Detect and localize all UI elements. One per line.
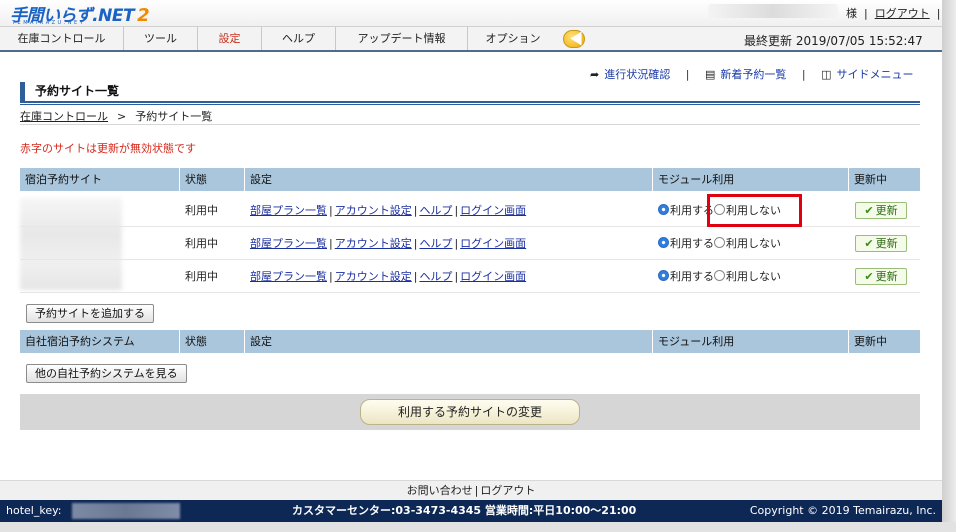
- hotel-key-label: hotel_key:: [6, 504, 62, 517]
- update-button[interactable]: ✔ 更新: [855, 268, 907, 285]
- header-module-use: モジュール利用: [653, 168, 849, 191]
- reservation-sites-table-header: 宿泊予約サイト 状態 設定 モジュール利用 更新中: [20, 168, 920, 191]
- breadcrumb-separator: >: [117, 110, 127, 123]
- nav-help[interactable]: ヘルプ: [262, 27, 336, 50]
- status-cell: 利用中: [185, 270, 218, 283]
- nav-options[interactable]: オプション: [468, 27, 558, 50]
- breadcrumb-inventory-control[interactable]: 在庫コントロール: [20, 110, 108, 123]
- login-screen-link[interactable]: ログイン画面: [460, 204, 526, 217]
- user-links: 様 | ログアウト |: [846, 7, 941, 20]
- no-use-radio[interactable]: [714, 237, 725, 248]
- nav-tools[interactable]: ツール: [124, 27, 198, 50]
- highlight-box: [707, 194, 802, 227]
- last-update: 最終更新 2019/07/05 15:52:47: [744, 32, 923, 49]
- new-reservations-link[interactable]: 新着予約一覧: [720, 68, 786, 81]
- side-menu-icon: ◫: [821, 68, 832, 81]
- use-radio[interactable]: [658, 237, 669, 248]
- own-system-table-header: 自社宿泊予約システム 状態 設定 モジュール利用 更新中: [20, 330, 920, 353]
- breadcrumb-current: 予約サイト一覧: [135, 110, 213, 123]
- nav-update-info[interactable]: アップデート情報: [336, 27, 468, 50]
- footer-logout-link[interactable]: ログアウト: [480, 484, 535, 497]
- module-use-radios: 利用する 利用しない: [658, 260, 781, 293]
- title-divider-thin: [20, 104, 920, 105]
- header-status: 状態: [180, 330, 245, 353]
- notification-bell-icon[interactable]: [563, 30, 585, 48]
- top-bar: 手間いらず.NET 2 TEMAIRAZU.NET 様 | ログアウト |: [0, 0, 942, 26]
- footer-links: お問い合わせ | ログアウト: [0, 480, 942, 500]
- logout-link[interactable]: ログアウト: [875, 7, 930, 20]
- header-updating: 更新中: [854, 335, 887, 348]
- settings-links: 部屋プラン一覧 | アカウント設定 | ヘルプ | ログイン画面: [250, 270, 527, 283]
- window-edge: [942, 0, 956, 532]
- header-settings: 設定: [245, 330, 653, 353]
- room-plan-list-link[interactable]: 部屋プラン一覧: [250, 237, 327, 250]
- view-own-systems-button[interactable]: 他の自社予約システムを見る: [26, 364, 187, 383]
- nav-inventory-control[interactable]: 在庫コントロール: [0, 27, 124, 50]
- check-icon: ✔: [864, 204, 874, 217]
- no-use-label: 利用しない: [726, 270, 781, 283]
- copyright: Copyright © 2019 Temairazu, Inc.: [749, 504, 936, 517]
- header-updating: 更新中: [854, 173, 887, 186]
- side-menu-link[interactable]: サイドメニュー: [836, 68, 913, 81]
- change-sites-button[interactable]: 利用する予約サイトの変更: [360, 399, 580, 425]
- logo-version: 2: [137, 5, 150, 26]
- status-cell: 利用中: [185, 237, 218, 250]
- quick-actions: ➦ 進行状況確認 | ▤ 新着予約一覧 | ◫ サイドメニュー: [590, 68, 914, 81]
- help-link[interactable]: ヘルプ: [419, 270, 452, 283]
- use-label: 利用する: [670, 270, 714, 283]
- list-icon: ▤: [704, 68, 716, 81]
- page: 手間いらず.NET 2 TEMAIRAZU.NET 様 | ログアウト | 在庫コントロ…: [0, 0, 942, 532]
- table-row: 利用中 部屋プラン一覧 | アカウント設定 | ヘルプ | ログイン画面 利用する 利用しない…: [20, 260, 920, 293]
- nav-settings[interactable]: 設定: [198, 27, 262, 50]
- status-cell: 利用中: [185, 204, 218, 217]
- last-update-value: 2019/07/05 15:52:47: [795, 34, 923, 48]
- disabled-site-notice: 赤字のサイトは更新が無効状態です: [20, 142, 196, 155]
- customer-center-info: カスタマーセンター:03-3473-4345 営業時間:平日10:00〜21:0…: [292, 504, 637, 517]
- breadcrumb-divider: [20, 124, 920, 125]
- update-button[interactable]: ✔ 更新: [855, 202, 907, 219]
- logo[interactable]: 手間いらず.NET 2 TEMAIRAZU.NET: [10, 1, 150, 26]
- arrow-forward-icon: ➦: [590, 68, 600, 81]
- contact-link[interactable]: お問い合わせ: [407, 484, 473, 497]
- room-plan-list-link[interactable]: 部屋プラン一覧: [250, 204, 327, 217]
- help-link[interactable]: ヘルプ: [419, 237, 452, 250]
- help-link[interactable]: ヘルプ: [419, 204, 452, 217]
- breadcrumb: 在庫コントロール > 予約サイト一覧: [20, 108, 212, 124]
- title-divider: [20, 101, 920, 103]
- module-use-radios: 利用する 利用しない: [658, 227, 781, 260]
- use-radio[interactable]: [658, 270, 669, 281]
- hotel-key-redacted: [72, 503, 180, 519]
- user-suffix: 様: [846, 7, 857, 20]
- header-settings: 設定: [245, 168, 653, 191]
- header-module-use: モジュール利用: [653, 330, 849, 353]
- room-plan-list-link[interactable]: 部屋プラン一覧: [250, 270, 327, 283]
- settings-links: 部屋プラン一覧 | アカウント設定 | ヘルプ | ログイン画面: [250, 204, 527, 217]
- header-site: 宿泊予約サイト: [20, 168, 180, 191]
- progress-link[interactable]: 進行状況確認: [604, 68, 670, 81]
- use-radio[interactable]: [658, 204, 669, 215]
- footer-bar: hotel_key: カスタマーセンター:03-3473-4345 営業時間:平…: [0, 500, 942, 522]
- header-status: 状態: [180, 168, 245, 191]
- login-screen-link[interactable]: ログイン画面: [460, 237, 526, 250]
- page-title: 予約サイト一覧: [20, 82, 920, 102]
- add-site-button[interactable]: 予約サイトを追加する: [26, 304, 154, 323]
- main-nav: 在庫コントロール ツール 設定 ヘルプ アップデート情報 オプション 最終更新 …: [0, 26, 942, 52]
- user-name-redacted: [708, 4, 838, 18]
- settings-links: 部屋プラン一覧 | アカウント設定 | ヘルプ | ログイン画面: [250, 237, 527, 250]
- account-settings-link[interactable]: アカウント設定: [335, 204, 412, 217]
- update-button[interactable]: ✔ 更新: [855, 235, 907, 252]
- no-use-label: 利用しない: [726, 237, 781, 250]
- table-row: 利用中 部屋プラン一覧 | アカウント設定 | ヘルプ | ログイン画面 利用する 利用しない…: [20, 227, 920, 260]
- account-settings-link[interactable]: アカウント設定: [335, 270, 412, 283]
- check-icon: ✔: [864, 270, 874, 283]
- action-band: 利用する予約サイトの変更: [20, 394, 920, 430]
- check-icon: ✔: [864, 237, 874, 250]
- header-own-system: 自社宿泊予約システム: [20, 330, 180, 353]
- use-label: 利用する: [670, 237, 714, 250]
- no-use-radio[interactable]: [714, 270, 725, 281]
- window-bottom: [0, 522, 956, 532]
- account-settings-link[interactable]: アカウント設定: [335, 237, 412, 250]
- last-update-label: 最終更新: [744, 34, 793, 48]
- login-screen-link[interactable]: ログイン画面: [460, 270, 526, 283]
